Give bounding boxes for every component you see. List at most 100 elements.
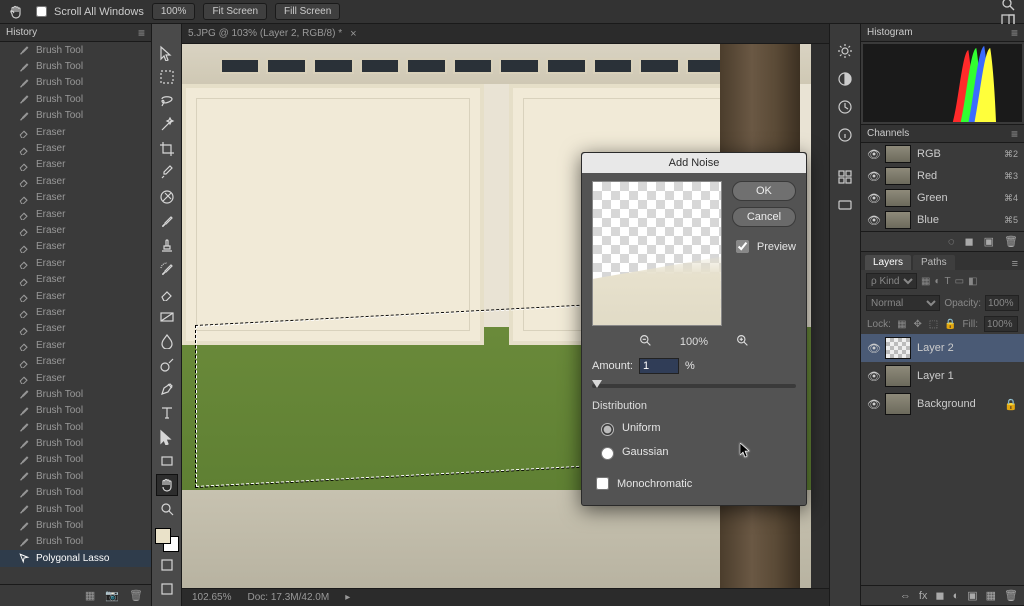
panel-menu-icon[interactable]: ≡ (1006, 258, 1024, 270)
zoom-in-icon[interactable] (736, 334, 749, 350)
visibility-icon[interactable]: 👁 (867, 398, 879, 411)
eraser-tool[interactable] (156, 282, 178, 304)
lasso-tool[interactable] (156, 90, 178, 112)
layer-thumb[interactable] (885, 337, 911, 359)
layer-name[interactable]: Layer 1 (917, 370, 954, 382)
lock-position-icon[interactable]: ✥ (913, 318, 923, 330)
monochromatic-checkbox[interactable]: Monochromatic (592, 474, 796, 493)
layer-thumb[interactable] (885, 365, 911, 387)
lock-pixels-icon[interactable]: ▦ (897, 318, 907, 330)
history-item[interactable]: Brush Tool (0, 435, 151, 451)
history-item[interactable]: Brush Tool (0, 42, 151, 58)
noise-preview[interactable] (592, 181, 722, 326)
filter-adjust-icon[interactable]: ◐ (934, 276, 940, 287)
channel-row[interactable]: 👁Red⌘3 (861, 165, 1024, 187)
layer-fx-icon[interactable]: fx (919, 590, 928, 602)
fill-input[interactable] (984, 316, 1018, 332)
zoom-out-icon[interactable] (639, 334, 652, 350)
trash-icon[interactable]: 🗑 (1004, 235, 1018, 248)
lock-all-icon[interactable]: 🔒 (944, 318, 956, 330)
fill-screen-button[interactable]: Fill Screen (275, 3, 340, 20)
amount-slider[interactable] (592, 384, 796, 388)
new-layer-icon[interactable]: ▦ (986, 589, 996, 602)
layer-name[interactable]: Background (917, 398, 976, 410)
history-item[interactable]: Eraser (0, 140, 151, 156)
layer-kind-select[interactable]: ρ Kind (866, 273, 917, 289)
dodge-tool[interactable] (156, 354, 178, 376)
history-item[interactable]: Eraser (0, 190, 151, 206)
layer-name[interactable]: Layer 2 (917, 342, 954, 354)
history-item[interactable]: Eraser (0, 173, 151, 189)
filter-type-icon[interactable]: T (945, 276, 951, 287)
tab-paths[interactable]: Paths (913, 255, 955, 270)
uniform-radio[interactable] (601, 423, 614, 436)
scroll-all-windows-input[interactable] (36, 6, 47, 17)
new-channel-icon[interactable]: ▣ (984, 235, 994, 248)
slider-thumb[interactable] (592, 380, 602, 388)
search-icon[interactable] (1000, 0, 1016, 12)
layer-mask-icon[interactable]: ◼ (935, 589, 944, 602)
save-selection-icon[interactable]: ◼ (964, 235, 973, 248)
history-item[interactable]: Brush Tool (0, 517, 151, 533)
gradient-tool[interactable] (156, 306, 178, 328)
history-item[interactable]: Eraser (0, 288, 151, 304)
quick-mask-icon[interactable] (156, 554, 178, 576)
channel-row[interactable]: 👁Green⌘4 (861, 187, 1024, 209)
path-select-tool[interactable] (156, 426, 178, 448)
history-item[interactable]: Eraser (0, 157, 151, 173)
monochromatic-input[interactable] (596, 477, 609, 490)
fit-screen-button[interactable]: Fit Screen (203, 3, 267, 20)
stamp-tool[interactable] (156, 234, 178, 256)
history-item[interactable]: Eraser (0, 304, 151, 320)
tab-layers[interactable]: Layers (865, 255, 911, 270)
panel-menu-icon[interactable]: ≡ (138, 26, 145, 40)
zoom-readout[interactable]: 102.65% (192, 592, 231, 603)
panel-menu-icon[interactable]: ≡ (1011, 127, 1018, 141)
visibility-icon[interactable]: 👁 (867, 214, 879, 227)
history-item[interactable]: Brush Tool (0, 75, 151, 91)
link-layers-icon[interactable]: ⇔ (900, 590, 911, 602)
history-item[interactable]: Polygonal Lasso (0, 550, 151, 566)
move-tool[interactable] (156, 42, 178, 64)
history-item[interactable]: Brush Tool (0, 419, 151, 435)
history-item[interactable]: Eraser (0, 370, 151, 386)
filter-pixel-icon[interactable]: ▦ (921, 276, 930, 287)
document-tab[interactable]: 5.JPG @ 103% (Layer 2, RGB/8) * (188, 28, 342, 39)
zoom-tool[interactable] (156, 498, 178, 520)
blur-tool[interactable] (156, 330, 178, 352)
info-icon[interactable] (836, 126, 854, 144)
history-item[interactable]: Brush Tool (0, 108, 151, 124)
trash-icon[interactable]: 🗑 (1004, 589, 1018, 602)
close-tab-icon[interactable]: × (350, 28, 356, 40)
preview-checkbox-input[interactable] (736, 240, 749, 253)
foreground-swatch[interactable] (155, 528, 171, 544)
trash-icon[interactable]: 🗑 (129, 589, 143, 602)
layer-row[interactable]: 👁 Layer 1 (861, 362, 1024, 390)
panel-menu-icon[interactable]: ≡ (1011, 26, 1018, 40)
ok-button[interactable]: OK (732, 181, 796, 201)
blend-mode-select[interactable]: Normal (866, 295, 940, 311)
wand-tool[interactable] (156, 114, 178, 136)
color-swatches[interactable] (155, 528, 179, 552)
status-chevron-icon[interactable]: ▸ (345, 592, 350, 603)
type-tool[interactable] (156, 402, 178, 424)
create-document-icon[interactable]: ▦ (85, 589, 95, 602)
history-item[interactable]: Brush Tool (0, 534, 151, 550)
fill-adjust-icon[interactable]: ◐ (953, 590, 960, 602)
history-item[interactable]: Brush Tool (0, 485, 151, 501)
visibility-icon[interactable]: 👁 (867, 170, 879, 183)
channel-row[interactable]: 👁RGB⌘2 (861, 143, 1024, 165)
clock-icon[interactable] (836, 98, 854, 116)
history-item[interactable]: Eraser (0, 222, 151, 238)
history-item[interactable]: Eraser (0, 239, 151, 255)
new-snapshot-icon[interactable]: 📷 (105, 589, 119, 602)
healing-tool[interactable] (156, 186, 178, 208)
swatches-icon[interactable] (836, 168, 854, 186)
screen-mode-icon[interactable] (156, 578, 178, 600)
history-item[interactable]: Eraser (0, 337, 151, 353)
visibility-icon[interactable]: 👁 (867, 370, 879, 383)
history-item[interactable]: Brush Tool (0, 91, 151, 107)
layer-thumb[interactable] (885, 393, 911, 415)
layer-row[interactable]: 👁Layer 2 (861, 334, 1024, 362)
layer-row[interactable]: 👁Background🔒 (861, 390, 1024, 418)
